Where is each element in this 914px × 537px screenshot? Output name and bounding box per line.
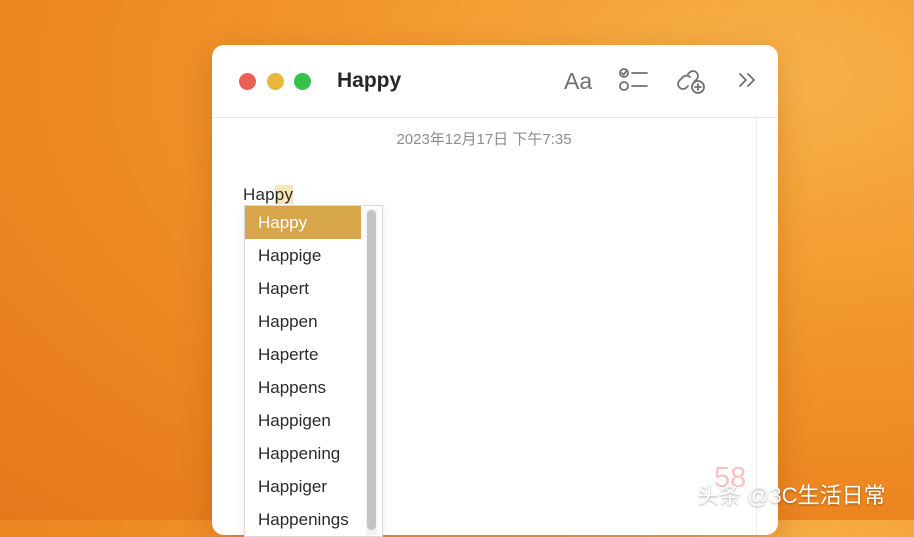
suggestion-item[interactable]: Happy — [245, 206, 361, 239]
window-title: Happy — [337, 69, 402, 92]
suggestion-item[interactable]: Haperte — [245, 338, 361, 371]
format-text-button[interactable]: Aa — [564, 68, 592, 98]
more-chevron-icon[interactable] — [736, 65, 760, 95]
suggestion-item[interactable]: Happens — [245, 371, 361, 404]
suggestion-item[interactable]: Happiger — [245, 470, 361, 503]
collaborate-icon[interactable] — [675, 65, 707, 95]
note-date: 2023年12月17日 下午7:35 — [396, 131, 572, 148]
note-text-marked: py — [274, 185, 294, 204]
note-body-text[interactable]: Happy — [243, 185, 294, 205]
suggestion-item[interactable]: Happigen — [245, 404, 361, 437]
autocomplete-scroll-thumb[interactable] — [367, 210, 376, 530]
autocomplete-popup: Happy Happige Hapert Happen Haperte Happ… — [244, 205, 383, 537]
note-scroll-gutter — [756, 118, 757, 535]
suggestion-item[interactable]: Happen — [245, 305, 361, 338]
title-bar: Happy Aa — [212, 45, 778, 118]
watermark-text: 头条 @3C生活日常 — [697, 483, 886, 508]
suggestion-item[interactable]: Happige — [245, 239, 361, 272]
minimize-window-button[interactable] — [267, 73, 284, 90]
close-window-button[interactable] — [239, 73, 256, 90]
suggestion-item[interactable]: Happening — [245, 437, 361, 470]
note-text-typed: Hap — [243, 185, 275, 204]
checklist-icon[interactable] — [618, 65, 650, 95]
suggestion-item[interactable]: Hapert — [245, 272, 361, 305]
zoom-window-button[interactable] — [294, 73, 311, 90]
